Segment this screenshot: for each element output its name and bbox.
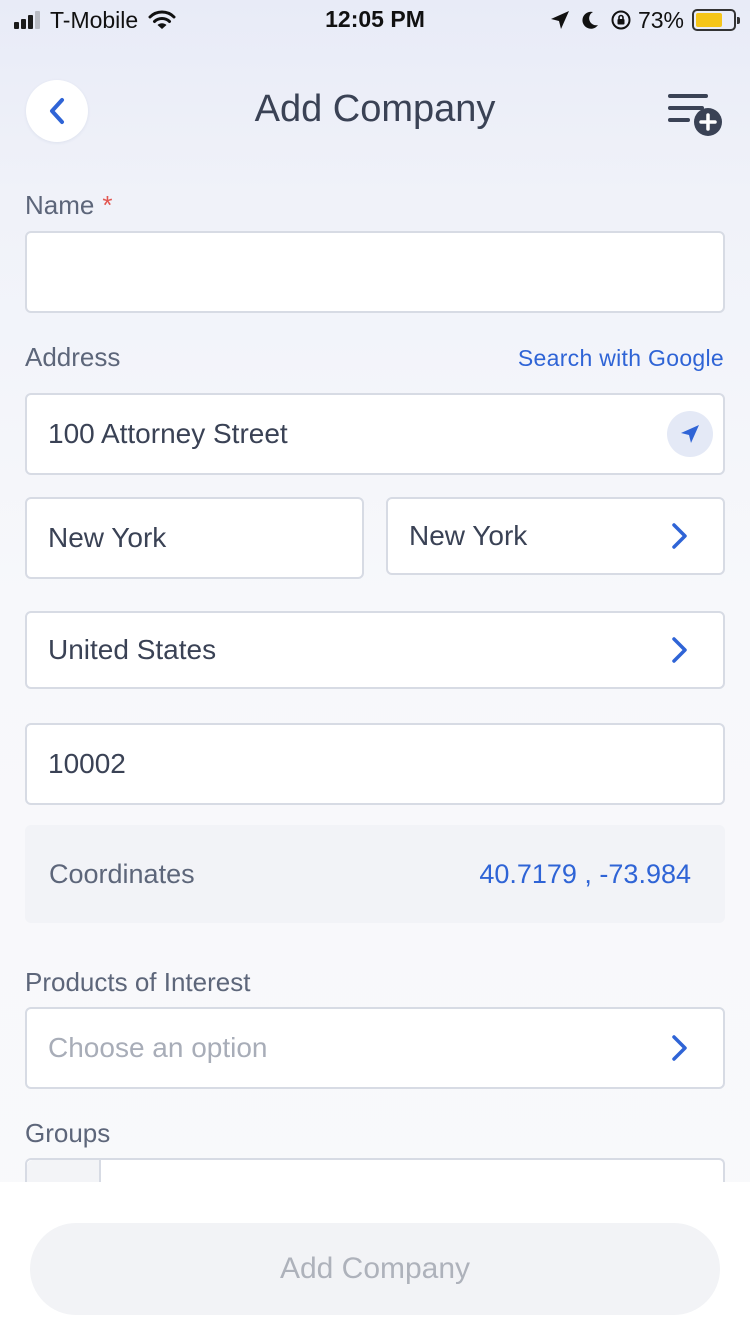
status-right: 73% <box>550 6 740 34</box>
page-title: Add Company <box>254 88 496 130</box>
name-label-text: Name <box>25 190 95 220</box>
groups-label: Groups <box>25 1118 111 1148</box>
coordinates-value[interactable]: 40.7179 , -73.984 <box>479 859 691 890</box>
coordinates-row: Coordinates 40.7179 , -73.984 <box>25 825 725 923</box>
battery-icon <box>692 9 740 31</box>
street-input[interactable]: 100 Attorney Street <box>25 393 725 475</box>
country-select[interactable]: United States <box>25 611 725 689</box>
moon-icon <box>582 11 598 29</box>
status-bar: T-Mobile 12:05 PM 73% <box>0 0 750 40</box>
location-arrow-icon <box>681 425 699 443</box>
state-select[interactable]: New York <box>386 497 725 575</box>
add-company-button[interactable]: Add Company <box>30 1223 720 1315</box>
battery-fill <box>696 13 723 27</box>
required-marker: * <box>102 190 113 220</box>
list-add-icon <box>668 94 722 136</box>
current-location-button[interactable] <box>667 411 713 457</box>
list-add-button[interactable] <box>666 86 728 140</box>
products-label: Products of Interest <box>25 967 251 997</box>
location-arrow-icon <box>550 11 569 29</box>
name-label: Name * <box>25 190 112 221</box>
rotation-lock-icon <box>611 10 631 30</box>
products-placeholder: Choose an option <box>48 1032 268 1063</box>
chevron-right-icon <box>672 1035 687 1061</box>
products-select[interactable]: Choose an option <box>25 1007 725 1089</box>
search-with-google-link[interactable]: Search with Google <box>518 345 724 372</box>
city-input-value: New York <box>48 522 167 553</box>
coordinates-label: Coordinates <box>49 859 195 889</box>
zip-input-value: 10002 <box>48 748 126 779</box>
country-select-value: United States <box>48 634 217 665</box>
state-select-value: New York <box>409 520 528 551</box>
name-input[interactable] <box>25 231 725 313</box>
chevron-right-icon <box>672 523 687 549</box>
address-label: Address <box>25 342 121 372</box>
street-input-value: 100 Attorney Street <box>48 418 288 449</box>
chevron-right-icon <box>672 637 687 663</box>
city-input[interactable]: New York <box>25 497 364 579</box>
battery-percent: 73% <box>637 6 684 33</box>
zip-input[interactable]: 10002 <box>25 723 725 805</box>
